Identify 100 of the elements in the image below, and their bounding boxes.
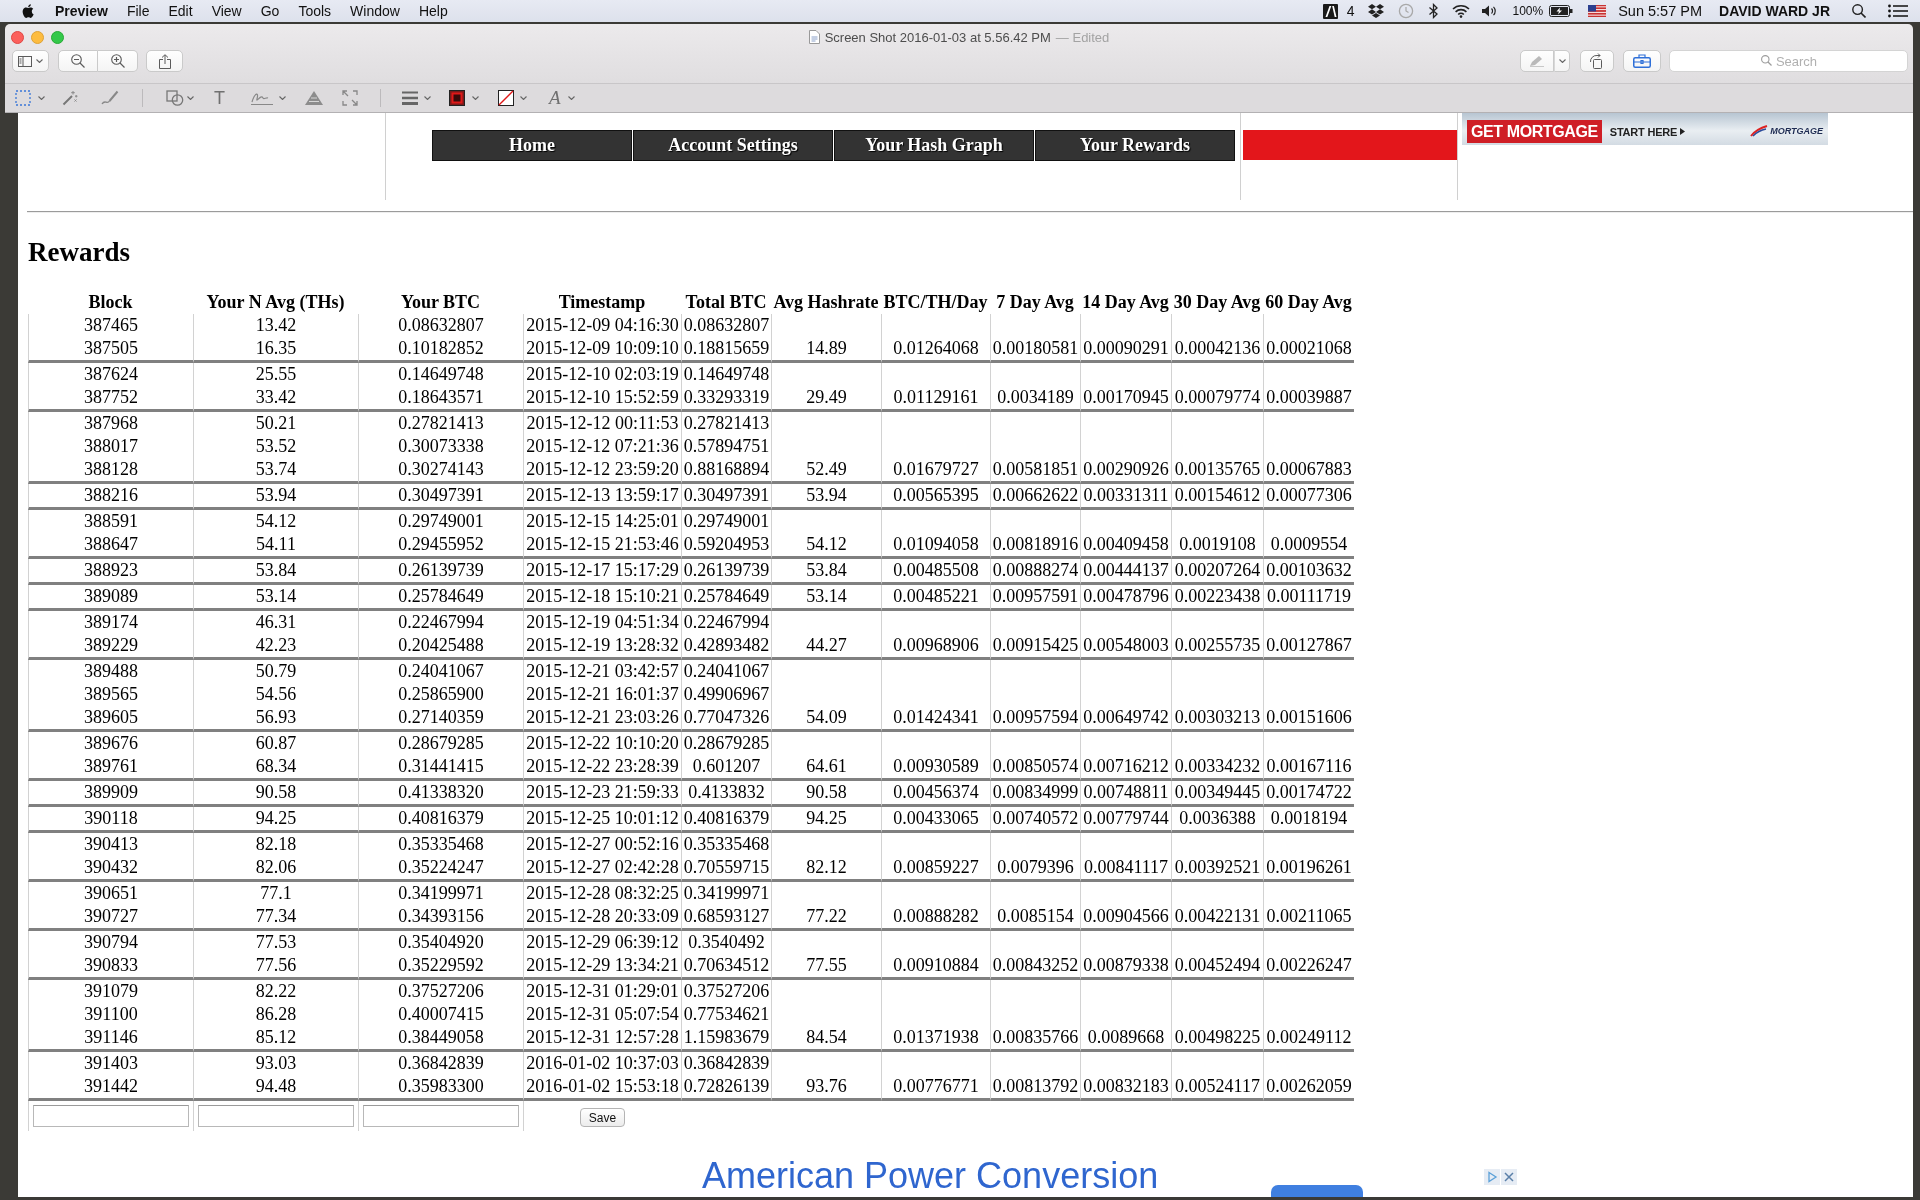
table-cell: 0.34199971: [681, 882, 771, 905]
table-cell: 2015-12-18 15:10:21: [523, 585, 681, 611]
menu-item[interactable]: Edit: [168, 2, 193, 20]
table-cell: 391442: [28, 1075, 193, 1101]
zoom-in-button[interactable]: [98, 50, 138, 72]
app-logo-icon[interactable]: [1322, 3, 1338, 19]
table-cell: 77.55: [771, 954, 881, 980]
sketch-pen-icon[interactable]: [101, 90, 119, 106]
menu-item[interactable]: View: [211, 2, 242, 20]
list-icon[interactable]: [1888, 4, 1908, 18]
input-field[interactable]: [33, 1105, 189, 1127]
wifi-icon[interactable]: [1451, 4, 1470, 18]
caret-icon[interactable]: [38, 96, 45, 100]
search-icon[interactable]: [1852, 4, 1866, 18]
menu-clock[interactable]: Sun 5:57 PM: [1618, 2, 1703, 20]
table-cell: 14.89: [771, 337, 881, 363]
nav-button[interactable]: Account Settings: [633, 130, 833, 161]
table-cell: 2015-12-10 02:03:19: [523, 363, 681, 386]
table-cell: 53.94: [771, 484, 881, 510]
shapes-icon[interactable]: [166, 90, 184, 106]
battery-icon[interactable]: [1549, 5, 1574, 17]
ad-cta[interactable]: START HERE: [1609, 125, 1678, 138]
fullscreen-button[interactable]: [51, 30, 64, 44]
border-color-icon[interactable]: [449, 90, 465, 106]
table-cell: 0.28679285: [358, 732, 523, 755]
table-cell: 0.00879338: [1080, 954, 1171, 980]
table-cell: 0.4133832: [681, 781, 771, 807]
table-cell: 2015-12-13 13:59:17: [523, 484, 681, 510]
toolbox-button[interactable]: [1623, 50, 1661, 72]
bluetooth-icon[interactable]: [1427, 3, 1439, 19]
table-cell: 2016-01-02 15:53:18: [523, 1075, 681, 1101]
table-cell: 0.0036388: [1171, 807, 1263, 833]
table-cell: 0.42893482: [681, 634, 771, 660]
nav-button[interactable]: Your Hash Graph: [834, 130, 1034, 161]
signature-icon[interactable]: [250, 90, 274, 106]
fill-color-icon[interactable]: [498, 90, 514, 106]
caret-icon[interactable]: [36, 59, 43, 63]
table-cell: 0.00776771: [881, 1075, 990, 1101]
table-cell: 0.26139739: [358, 559, 523, 585]
table-cell: 0.0018194: [1263, 807, 1354, 833]
selection-icon[interactable]: [15, 90, 31, 106]
table-cell: 0.00167116: [1263, 755, 1354, 781]
apple-icon[interactable]: [22, 4, 34, 18]
caret-icon[interactable]: [520, 96, 527, 100]
caret-icon[interactable]: [1558, 59, 1566, 63]
menu-item[interactable]: Help: [418, 2, 448, 20]
table-cell: 0.00456374: [881, 781, 990, 807]
ad-banner[interactable]: GET MORTGAGE START HERE MORTGAGE: [1462, 113, 1828, 145]
ad-headline[interactable]: American Power Conversion: [702, 1156, 1159, 1196]
input-field[interactable]: [198, 1105, 354, 1127]
text-tool[interactable]: T: [214, 88, 225, 108]
menu-item[interactable]: File: [126, 2, 150, 20]
caret-icon[interactable]: [567, 96, 575, 100]
table-cell: 390432: [28, 856, 193, 882]
nav-button[interactable]: Your Rewards: [1035, 130, 1235, 161]
user-name[interactable]: DAVID WARD JR: [1719, 2, 1830, 20]
table-cell: 2015-12-23 21:59:33: [523, 781, 681, 807]
table-cell: 0.00485221: [881, 585, 990, 611]
resize-icon[interactable]: [342, 90, 358, 106]
table-cell: 391146: [28, 1026, 193, 1052]
close-button[interactable]: [11, 30, 24, 44]
search-field[interactable]: Search: [1669, 50, 1908, 72]
table-cell: 0.00843252: [990, 954, 1080, 980]
share-button[interactable]: [146, 50, 183, 72]
table-cell: 390794: [28, 931, 193, 954]
app-menu[interactable]: Preview: [55, 2, 108, 20]
save-button[interactable]: Save: [579, 1108, 626, 1127]
caret-icon[interactable]: [472, 96, 479, 100]
sidebar-button[interactable]: [12, 50, 49, 72]
column-header: 60 Day Avg: [1264, 291, 1353, 314]
table-cell: 2015-12-22 10:10:20: [523, 732, 681, 755]
menu-item[interactable]: Go: [260, 2, 280, 20]
nav-button[interactable]: Home: [432, 130, 632, 161]
table-cell: 64.61: [771, 755, 881, 781]
table-cell: 0.25784649: [681, 585, 771, 611]
flag-icon[interactable]: [1588, 5, 1607, 17]
close-icon[interactable]: [1501, 1169, 1517, 1185]
zoom-out-button[interactable]: [58, 50, 98, 72]
table-cell: 54.12: [193, 510, 358, 533]
table-cell: 0.57894751: [681, 435, 771, 458]
caret-icon[interactable]: [187, 96, 194, 100]
rotate-button[interactable]: [1580, 50, 1614, 72]
menu-item[interactable]: Tools: [298, 2, 332, 20]
caret-icon[interactable]: [424, 96, 431, 100]
line-style-icon[interactable]: [402, 91, 418, 105]
table-cell: 44.27: [771, 634, 881, 660]
table-cell: 0.30497391: [358, 484, 523, 510]
magic-wand-icon[interactable]: [62, 90, 78, 106]
menu-item[interactable]: Window: [350, 2, 400, 20]
table-cell: 0.14649748: [358, 363, 523, 386]
box-logo-icon[interactable]: [1366, 3, 1385, 19]
table-cell: 0.26139739: [681, 559, 771, 585]
caret-icon[interactable]: [279, 96, 286, 100]
table-cell: 0.38449058: [358, 1026, 523, 1052]
table-cell: 25.55: [193, 363, 358, 386]
prism-icon[interactable]: [304, 90, 324, 106]
table-cell: 390727: [28, 905, 193, 931]
speaker-icon[interactable]: [1480, 4, 1497, 18]
input-field[interactable]: [363, 1105, 519, 1127]
font-tool[interactable]: A: [549, 88, 561, 108]
